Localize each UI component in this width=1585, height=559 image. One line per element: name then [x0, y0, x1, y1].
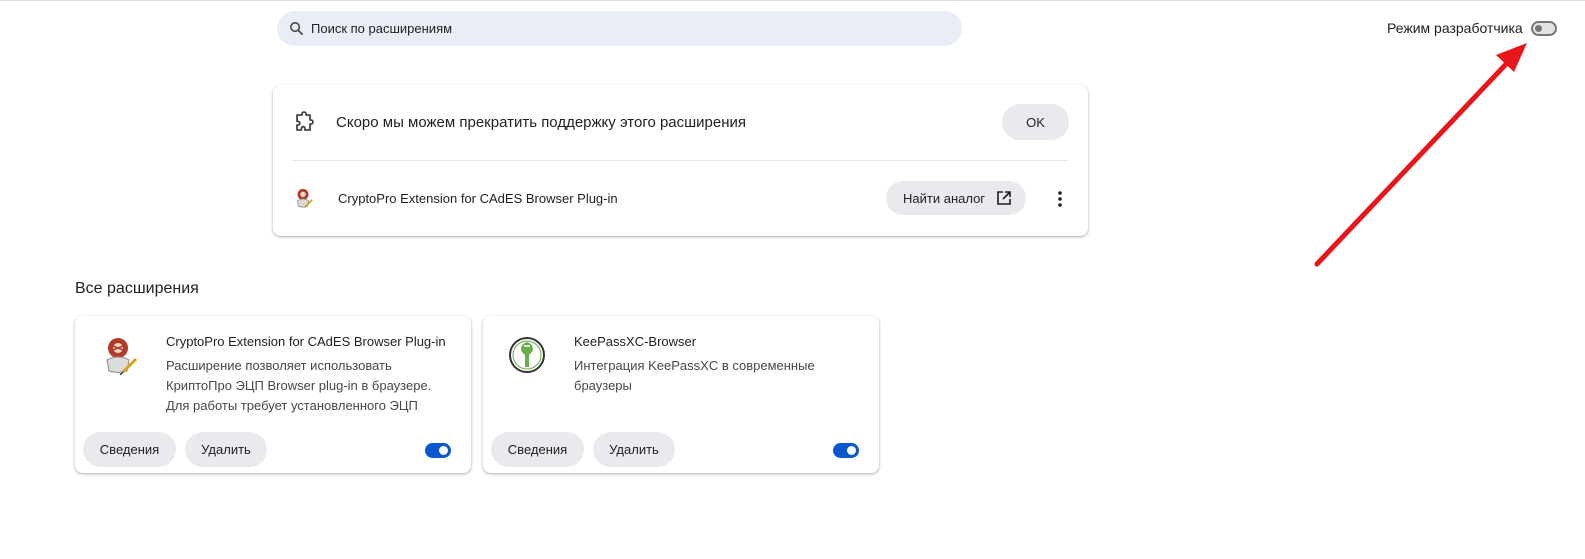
extension-name: KeePassXC-Browser [574, 334, 697, 349]
ok-button[interactable]: OK [1002, 104, 1069, 140]
enable-toggle[interactable] [425, 443, 451, 458]
warning-title: Скоро мы можем прекратить поддержку этог… [336, 114, 747, 131]
search-bar[interactable] [277, 11, 962, 46]
extension-description: Расширение позволяет использовать Крипто… [166, 358, 432, 413]
extension-card: CryptoPro Extension for CAdES Browser Pl… [75, 316, 471, 473]
find-alternative-label: Найти аналог [903, 190, 986, 206]
dev-mode-label: Режим разработчика [1387, 20, 1523, 36]
warning-extension-name: CryptoPro Extension for CAdES Browser Pl… [338, 191, 618, 206]
cryptopro-icon [297, 188, 313, 208]
divider [292, 160, 1069, 161]
toggle-knob [1535, 25, 1542, 32]
remove-button[interactable]: Удалить [185, 432, 267, 467]
more-vert-icon[interactable] [1053, 189, 1067, 209]
toggle-knob [439, 446, 448, 455]
find-alternative-button[interactable]: Найти аналог [886, 181, 1026, 215]
cryptopro-icon [106, 338, 138, 375]
details-button[interactable]: Сведения [491, 432, 584, 467]
puzzle-icon [296, 111, 314, 131]
extensions-page: Режим разработчика Скоро мы можем прекра… [0, 0, 1585, 559]
deprecation-warning-card: Скоро мы можем прекратить поддержку этог… [273, 85, 1088, 236]
search-icon [290, 22, 304, 36]
details-button[interactable]: Сведения [83, 432, 176, 467]
enable-toggle[interactable] [833, 443, 859, 458]
keepassxc-icon [509, 337, 545, 373]
all-extensions-title: Все расширения [75, 280, 199, 297]
open-in-new-icon [997, 191, 1011, 205]
annotation-arrow [1314, 43, 1527, 267]
search-input[interactable] [311, 21, 911, 36]
extension-name: CryptoPro Extension for CAdES Browser Pl… [166, 334, 446, 349]
extension-description: Интеграция KeePassXC в современные брауз… [574, 358, 815, 393]
extension-card: KeePassXC-Browser Интеграция KeePassXC в… [483, 316, 879, 473]
remove-button[interactable]: Удалить [593, 432, 675, 467]
top-divider [0, 0, 1585, 1]
dev-mode-toggle[interactable] [1531, 21, 1557, 36]
toggle-knob [847, 446, 856, 455]
